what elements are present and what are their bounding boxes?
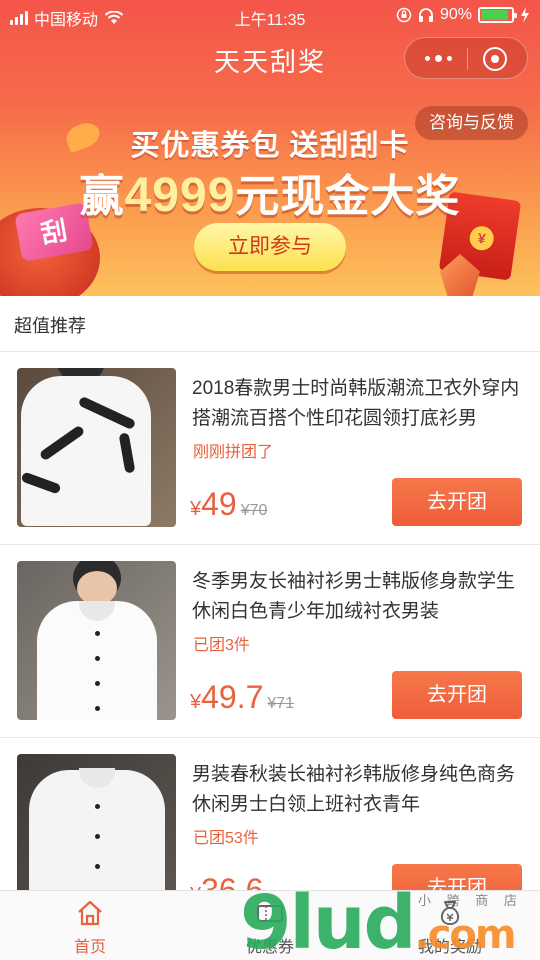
banner-headline: 买优惠券包 送刮刮卡 [130,130,410,162]
start-group-button[interactable]: 去开团 [392,671,522,719]
start-group-button[interactable]: 去开团 [392,478,522,526]
charging-icon [521,7,529,23]
product-price: ¥49 ¥70 [190,486,267,523]
more-icon[interactable] [423,51,453,65]
join-now-button[interactable]: 立即参与 [194,223,346,271]
product-price: ¥49.7 ¥71 [190,679,294,716]
tab-label: 首页 [73,939,106,956]
mini-program-capsule [404,37,528,79]
product-card[interactable]: 2018春款男士时尚韩版潮流卫衣外穿内搭潮流百搭个性印花圆领打底衫男 刚刚拼团了… [0,352,540,545]
status-right: 90% [396,6,530,24]
rotation-lock-icon [396,7,412,23]
price-value: 49 [201,486,237,522]
coin-icon: ¥ [468,224,496,252]
battery-fill [481,10,508,20]
product-title[interactable]: 男装春秋装长袖衬衫韩版修身纯色商务休闲男士白领上班衬衣青年 [192,760,526,820]
watermark-suffix: .com [414,912,517,958]
product-card[interactable]: 冬季男友长袖衬衫男士韩版修身款学生休闲白色青少年加绒衬衣男装 已团3件 ¥49.… [0,545,540,738]
capsule-divider [467,48,468,70]
banner-prize-amount: 4999 [124,169,236,222]
watermark-text: 9lud [240,880,417,960]
header-banner: 中国移动 上午11:35 90% 天天刮奖 刮 ¥ 咨询与反馈 买优惠券包 送刮… [0,0,540,296]
battery-icon [478,7,517,23]
banner-prize-prefix: 赢 [79,172,125,221]
product-image[interactable] [17,368,176,527]
currency-symbol: ¥ [190,691,202,713]
banner-prize: 赢4999元现金大奖 [0,160,540,224]
price-value: 49.7 [201,679,264,715]
currency-symbol: ¥ [190,498,202,520]
product-title[interactable]: 冬季男友长袖衬衫男士韩版修身款学生休闲白色青少年加绒衬衣男装 [192,567,526,627]
original-price: ¥71 [267,695,295,712]
tab-home[interactable]: 首页 [0,891,180,960]
original-price: ¥70 [240,502,268,519]
product-status: 已团53件 [193,830,259,847]
watermark-small: 小 跨 商 店 [418,893,523,908]
status-bar: 中国移动 上午11:35 90% [0,0,540,30]
battery-percent: 90% [439,6,472,23]
product-list: 2018春款男士时尚韩版潮流卫衣外穿内搭潮流百搭个性印花圆领打底衫男 刚刚拼团了… [0,352,540,931]
section-header: 超值推荐 [0,296,540,352]
product-title[interactable]: 2018春款男士时尚韩版潮流卫衣外穿内搭潮流百搭个性印花圆领打底衫男 [192,374,526,434]
section-title: 超值推荐 [14,316,86,336]
product-image[interactable] [17,561,176,720]
headphones-icon [418,8,433,22]
close-mini-program-icon[interactable] [483,47,507,71]
product-status: 刚刚拼团了 [193,444,274,461]
home-icon [78,900,102,926]
banner-prize-suffix: 元现金大奖 [235,172,461,221]
product-status: 已团3件 [193,637,250,654]
